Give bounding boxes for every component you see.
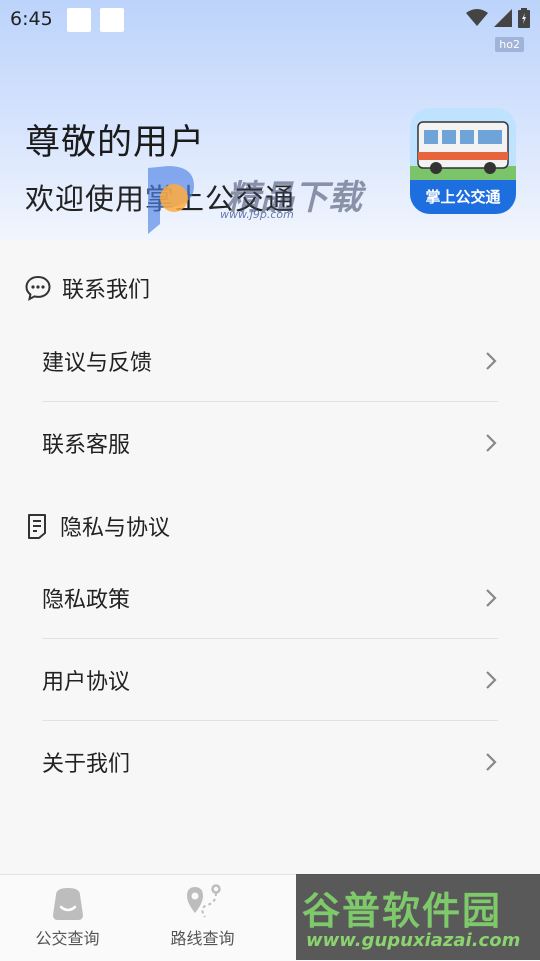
bus-stop-icon (52, 888, 83, 920)
watermark-logo-icon (148, 166, 194, 234)
menu-item-label: 关于我们 (42, 752, 131, 777)
chevron-right-icon (486, 589, 497, 607)
chevron-right-icon (486, 352, 497, 370)
section-privacy-header: 隐私与协议 (24, 510, 170, 542)
menu-item-customer-service[interactable]: 联系客服 (42, 402, 498, 484)
tab-route-query[interactable]: 路线查询 (135, 875, 270, 961)
watermark-text: 谷普软件园 (302, 889, 503, 933)
menu-item-user-agreement[interactable]: 用户协议 (42, 639, 498, 721)
status-time: 6:45 (10, 8, 53, 30)
menu-item-feedback[interactable]: 建议与反馈 (42, 320, 498, 402)
watermark-url: www.gupuxiazai.com (306, 930, 521, 951)
debug-tag: ho2 (495, 37, 524, 52)
watermark-j9p: 精品下载 www.j9p.com (140, 158, 370, 238)
watermark-gupu: 谷普软件园 www.gupuxiazai.com (296, 874, 540, 960)
system-icons (466, 8, 530, 28)
menu-item-privacy-policy[interactable]: 隐私政策 (42, 557, 498, 639)
chevron-right-icon (486, 753, 497, 771)
section-title: 联系我们 (62, 278, 151, 303)
battery-icon (518, 8, 530, 28)
menu-item-about-us[interactable]: 关于我们 (42, 721, 498, 803)
profile-header: 6:45 ho2 尊敬的用户 欢迎使用掌上公交通 精品下载 www.j9p.co… (0, 0, 540, 240)
tab-label: 公交查询 (35, 929, 100, 948)
chevron-right-icon (486, 671, 497, 689)
menu-item-label: 联系客服 (42, 433, 131, 458)
section-contact-header: 联系我们 (24, 272, 150, 304)
watermark-url: www.j9p.com (220, 208, 294, 221)
route-pin-icon (186, 884, 221, 918)
menu-item-label: 隐私政策 (42, 588, 131, 613)
section-title: 隐私与协议 (60, 516, 171, 541)
signal-icon (494, 9, 512, 27)
tab-label: 路线查询 (170, 929, 235, 948)
menu-item-label: 用户协议 (42, 670, 131, 695)
app-logo: 掌上公交通 (410, 108, 516, 214)
status-bar: 6:45 (0, 0, 540, 38)
notification-icon (100, 8, 124, 32)
menu-item-label: 建议与反馈 (42, 351, 153, 376)
tab-bus-query[interactable]: 公交查询 (0, 875, 135, 961)
wifi-icon (466, 9, 488, 26)
app-logo-label: 掌上公交通 (410, 180, 516, 214)
document-icon (28, 514, 46, 539)
chevron-right-icon (486, 434, 497, 452)
notification-icon (67, 8, 91, 32)
chat-bubble-icon (25, 275, 51, 301)
bus-illustration-icon (410, 108, 516, 184)
